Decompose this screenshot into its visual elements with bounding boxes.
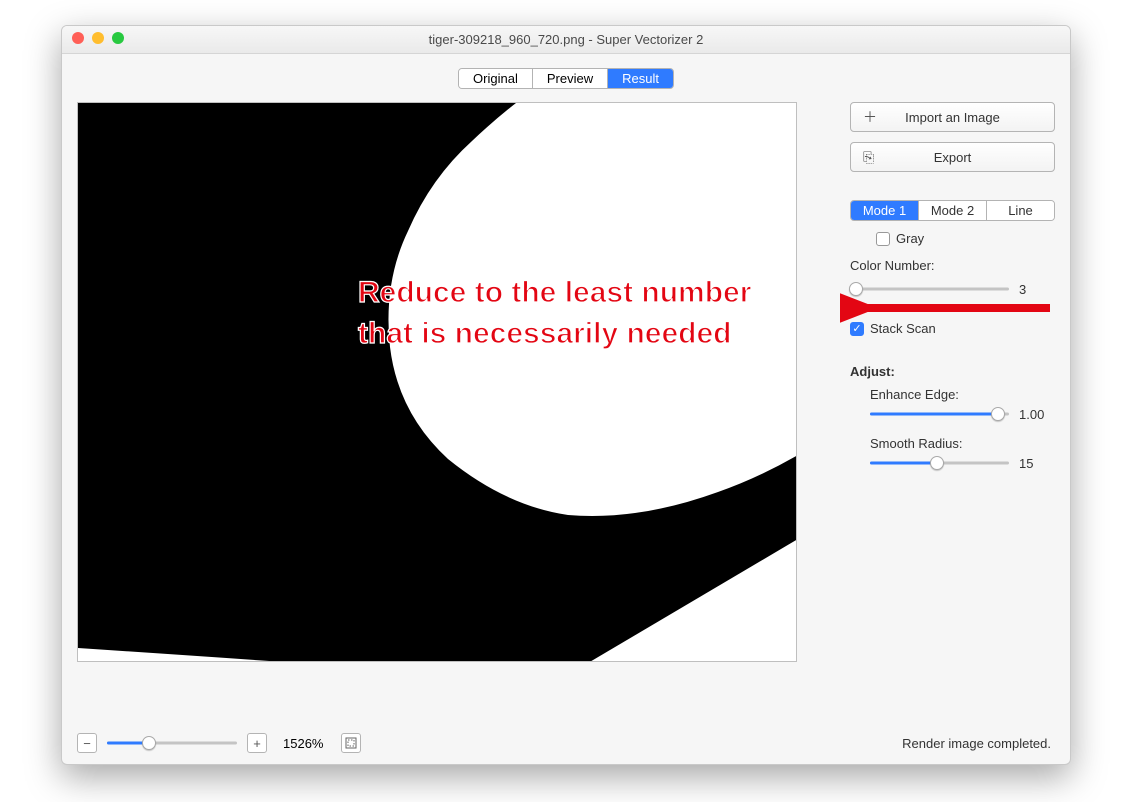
enhance-edge-value: 1.00 — [1019, 407, 1055, 422]
import-label: Import an Image — [905, 110, 1000, 125]
view-tabs: Original Preview Result — [458, 68, 674, 89]
gray-checkbox[interactable] — [876, 232, 890, 246]
fit-screen-button[interactable] — [341, 733, 361, 753]
enhance-edge-slider[interactable] — [870, 406, 1009, 422]
canvas-area: Reduce to the least number that is neces… — [77, 102, 820, 722]
maximize-icon[interactable] — [112, 32, 124, 44]
window-title: tiger-309218_960_720.png - Super Vectori… — [62, 32, 1070, 47]
stack-scan-option[interactable]: ✓ Stack Scan — [850, 321, 1055, 336]
color-number-slider[interactable] — [850, 281, 1009, 297]
stack-scan-checkbox[interactable]: ✓ — [850, 322, 864, 336]
bottom-bar: − + 1526% Render image completed. — [62, 722, 1070, 764]
color-number-label: Color Number: — [850, 258, 1055, 273]
vector-shape — [78, 103, 797, 662]
stack-scan-label: Stack Scan — [870, 321, 936, 336]
tab-line[interactable]: Line — [987, 201, 1054, 220]
result-canvas[interactable]: Reduce to the least number that is neces… — [77, 102, 797, 662]
status-text: Render image completed. — [902, 736, 1051, 751]
zoom-slider[interactable] — [107, 735, 237, 751]
smooth-radius-slider[interactable] — [870, 455, 1009, 471]
sidebar: ＋ Import an Image ⎘ Export Mode 1 Mode 2… — [850, 102, 1055, 722]
zoom-out-button[interactable]: − — [77, 733, 97, 753]
adjust-title: Adjust: — [850, 364, 1055, 379]
gray-label: Gray — [896, 231, 924, 246]
smooth-radius-slider-row: 15 — [870, 455, 1055, 471]
view-tabs-row: Original Preview Result — [62, 54, 1070, 102]
content-area: Original Preview Result Reduce to the le… — [62, 54, 1070, 764]
tab-mode2[interactable]: Mode 2 — [919, 201, 987, 220]
titlebar: tiger-309218_960_720.png - Super Vectori… — [62, 26, 1070, 54]
color-number-value: 3 — [1019, 282, 1055, 297]
tab-mode1[interactable]: Mode 1 — [851, 201, 919, 220]
color-number-slider-row: 3 — [850, 281, 1055, 297]
tab-preview[interactable]: Preview — [533, 69, 608, 88]
app-window: tiger-309218_960_720.png - Super Vectori… — [61, 25, 1071, 765]
close-icon[interactable] — [72, 32, 84, 44]
adjust-section: Adjust: Enhance Edge: 1.00 Smooth Radius… — [850, 358, 1055, 485]
fit-icon — [345, 737, 357, 749]
zoom-value: 1526% — [283, 736, 323, 751]
export-label: Export — [934, 150, 972, 165]
smooth-radius-value: 15 — [1019, 456, 1055, 471]
gray-option[interactable]: Gray — [876, 231, 1055, 246]
plus-icon: ＋ — [863, 107, 877, 127]
mode-tabs: Mode 1 Mode 2 Line — [850, 200, 1055, 221]
window-controls — [72, 32, 124, 44]
import-button[interactable]: ＋ Import an Image — [850, 102, 1055, 132]
main-row: Reduce to the least number that is neces… — [62, 102, 1070, 722]
enhance-edge-slider-row: 1.00 — [870, 406, 1055, 422]
enhance-edge-label: Enhance Edge: — [870, 387, 1055, 402]
zoom-in-button[interactable]: + — [247, 733, 267, 753]
export-icon: ⎘ — [863, 149, 874, 166]
export-button[interactable]: ⎘ Export — [850, 142, 1055, 172]
tab-original[interactable]: Original — [459, 69, 533, 88]
minimize-icon[interactable] — [92, 32, 104, 44]
tab-result[interactable]: Result — [608, 69, 673, 88]
smooth-radius-label: Smooth Radius: — [870, 436, 1055, 451]
